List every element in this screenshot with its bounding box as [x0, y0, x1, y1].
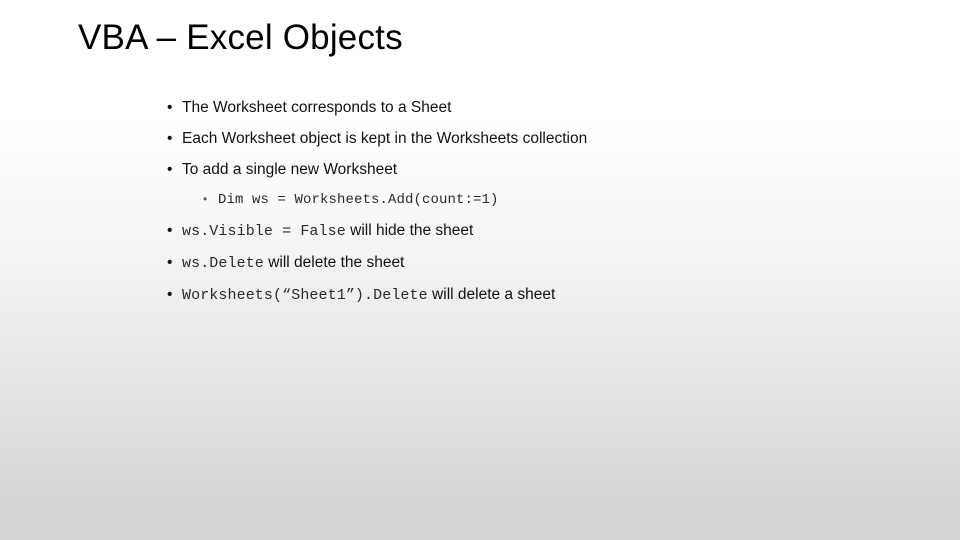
code-run: Worksheets(“Sheet1”).Delete: [182, 287, 428, 304]
bullet-marker-icon: •: [167, 222, 173, 239]
bullet-item: • The Worksheet corresponds to a Sheet: [166, 92, 906, 123]
text-run: will delete a sheet: [427, 286, 556, 303]
slide-title: VBA – Excel Objects: [78, 18, 403, 57]
slide-body-list: • The Worksheet corresponds to a Sheet • Ea…: [166, 92, 906, 311]
code-run: Dim ws = Worksheets.Add(count:=1): [218, 192, 499, 208]
code-run: ws.Delete: [182, 255, 264, 272]
bullet-marker-icon: •: [167, 130, 173, 147]
code-run: ws.Visible = False: [182, 223, 346, 240]
text-run: Each Worksheet object is kept in the Wor…: [182, 130, 588, 147]
sub-bullet-marker-icon: •: [203, 192, 208, 206]
bullet-item: • Worksheets(“Sheet1”).Delete will delete…: [166, 279, 906, 311]
text-run: The Worksheet corresponds to a Sheet: [182, 99, 452, 116]
bullet-marker-icon: •: [167, 99, 173, 116]
bullet-item: • To add a single new Worksheet: [166, 154, 906, 185]
text-run: To add a single new Worksheet: [182, 161, 398, 178]
bullet-marker-icon: •: [167, 161, 173, 178]
bullet-marker-icon: •: [167, 286, 173, 303]
bullet-marker-icon: •: [167, 254, 173, 271]
bullet-item: • ws.Visible = False will hide the sheet: [166, 215, 906, 247]
bullet-item: • ws.Delete will delete the sheet: [166, 247, 906, 279]
slide-canvas: VBA – Excel Objects • The Worksheet corre…: [0, 0, 960, 540]
bullet-item: • Each Worksheet object is kept in the Wo…: [166, 123, 906, 154]
text-run: will hide the sheet: [345, 222, 474, 239]
sub-bullet-item: • Dim ws = Worksheets.Add(count:=1): [166, 185, 906, 215]
text-run: will delete the sheet: [263, 254, 405, 271]
